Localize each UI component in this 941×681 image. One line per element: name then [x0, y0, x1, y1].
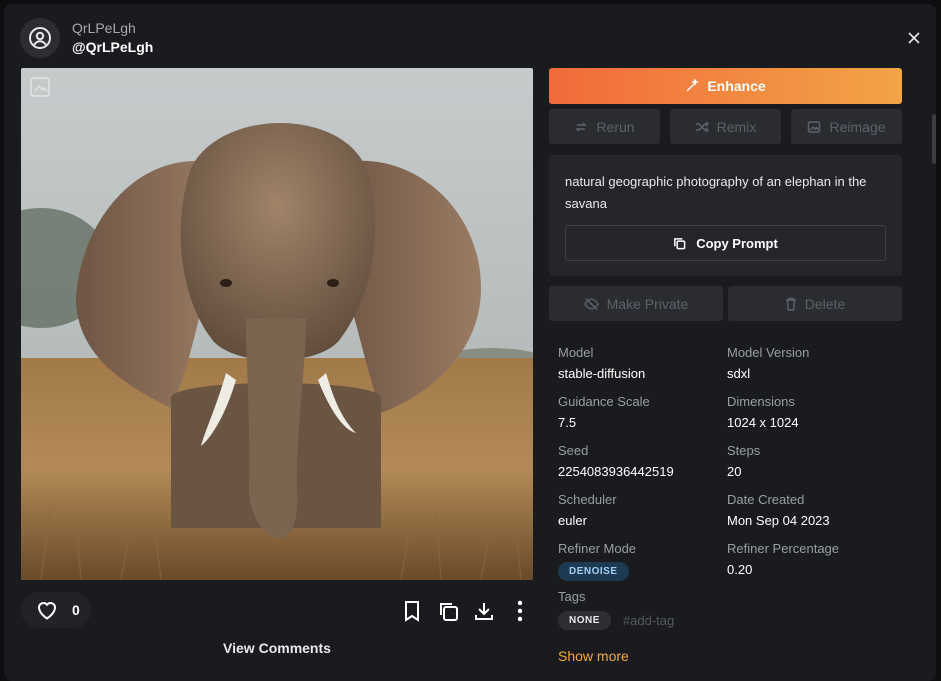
- tags-row: NONE #add-tag: [558, 611, 898, 630]
- trash-icon: [785, 297, 796, 311]
- delete-button[interactable]: Delete: [728, 286, 902, 321]
- refiner-mode-field: Refiner Mode DENOISE: [558, 540, 727, 581]
- guidance-value: 7.5: [558, 415, 577, 430]
- avatar[interactable]: [20, 18, 60, 58]
- seed-field: Seed 2254083936442519: [558, 442, 727, 481]
- download-icon: [475, 603, 493, 620]
- bookmark-button[interactable]: [399, 598, 425, 624]
- model-version-label: Model Version: [727, 345, 810, 360]
- more-vertical-icon: [517, 600, 523, 622]
- user-header: QrLPeLgh @QrLPeLgh: [20, 18, 153, 58]
- image-metadata: Model stable-diffusion Model Version sdx…: [558, 344, 898, 664]
- bookmark-icon: [405, 601, 419, 622]
- guidance-label: Guidance Scale: [558, 394, 650, 409]
- refiner-pct-value: 0.20: [727, 562, 753, 577]
- model-version-value: sdxl: [727, 366, 751, 381]
- tag-none-badge: NONE: [558, 611, 611, 630]
- tags-label: Tags: [558, 589, 586, 604]
- delete-label: Delete: [804, 295, 846, 312]
- copy-icon: [440, 603, 458, 621]
- rerun-button[interactable]: Rerun: [549, 109, 660, 144]
- watermark-icon: [30, 77, 50, 97]
- model-value: stable-diffusion: [558, 366, 646, 381]
- heart-icon: [37, 602, 57, 620]
- guidance-field: Guidance Scale 7.5: [558, 393, 727, 432]
- image-icon: [808, 120, 821, 133]
- user-name[interactable]: QrLPeLgh: [72, 19, 153, 38]
- dimensions-label: Dimensions: [727, 394, 795, 409]
- refiner-mode-badge: DENOISE: [558, 562, 629, 581]
- user-circle-icon: [29, 27, 51, 49]
- steps-label: Steps: [727, 443, 761, 458]
- steps-field: Steps 20: [727, 442, 896, 481]
- view-comments-link[interactable]: View Comments: [21, 640, 533, 656]
- copy-image-button[interactable]: [435, 598, 461, 624]
- model-field: Model stable-diffusion: [558, 344, 727, 383]
- scheduler-value: euler: [558, 513, 587, 528]
- add-tag-input[interactable]: #add-tag: [623, 613, 674, 628]
- shuffle-icon: [695, 120, 709, 133]
- close-button[interactable]: [906, 30, 922, 46]
- like-button[interactable]: 0: [21, 592, 91, 628]
- like-count: 0: [72, 602, 80, 618]
- copy-icon: [674, 237, 686, 249]
- remix-button[interactable]: Remix: [670, 109, 781, 144]
- image-detail-modal: QrLPeLgh @QrLPeLgh 0 View Comments Enhan…: [4, 4, 936, 681]
- steps-value: 20: [727, 464, 742, 479]
- close-icon: [908, 32, 920, 44]
- reimage-button[interactable]: Reimage: [791, 109, 902, 144]
- wand-icon: [686, 79, 700, 92]
- rerun-icon: [575, 121, 588, 132]
- remix-label: Remix: [716, 118, 757, 135]
- date-value: Mon Sep 04 2023: [727, 513, 830, 528]
- make-private-button[interactable]: Make Private: [549, 286, 723, 321]
- date-field: Date Created Mon Sep 04 2023: [727, 491, 896, 530]
- make-private-label: Make Private: [606, 295, 689, 312]
- generated-image[interactable]: [21, 68, 533, 580]
- dimensions-field: Dimensions 1024 x 1024: [727, 393, 896, 432]
- more-options-button[interactable]: [507, 598, 533, 624]
- show-more-link[interactable]: Show more: [558, 648, 898, 664]
- refiner-pct-label: Refiner Percentage: [727, 541, 840, 556]
- download-button[interactable]: [471, 598, 497, 624]
- scheduler-label: Scheduler: [558, 492, 617, 507]
- image-actions-bar: 0: [21, 592, 533, 632]
- model-label: Model: [558, 345, 594, 360]
- refiner-mode-label: Refiner Mode: [558, 541, 637, 556]
- enhance-label: Enhance: [707, 78, 766, 94]
- rerun-label: Rerun: [596, 118, 635, 135]
- dimensions-value: 1024 x 1024: [727, 415, 799, 430]
- refiner-pct-field: Refiner Percentage 0.20: [727, 540, 896, 581]
- copy-prompt-label: Copy Prompt: [696, 235, 778, 251]
- prompt-text: natural geographic photography of an ele…: [565, 174, 867, 211]
- details-panel: Enhance Rerun Remix Reimage natural geog…: [549, 68, 902, 321]
- reimage-label: Reimage: [829, 118, 886, 135]
- eye-off-icon: [583, 297, 599, 310]
- user-handle[interactable]: @QrLPeLgh: [72, 38, 153, 57]
- model-version-field: Model Version sdxl: [727, 344, 896, 383]
- scheduler-field: Scheduler euler: [558, 491, 727, 530]
- copy-prompt-button[interactable]: Copy Prompt: [565, 225, 886, 261]
- scrollbar[interactable]: [932, 114, 936, 164]
- seed-label: Seed: [558, 443, 589, 458]
- seed-value: 2254083936442519: [558, 464, 674, 479]
- elephant-image: [21, 68, 533, 580]
- date-label: Date Created: [727, 492, 805, 507]
- prompt-box: natural geographic photography of an ele…: [549, 155, 902, 276]
- enhance-button[interactable]: Enhance: [549, 68, 902, 104]
